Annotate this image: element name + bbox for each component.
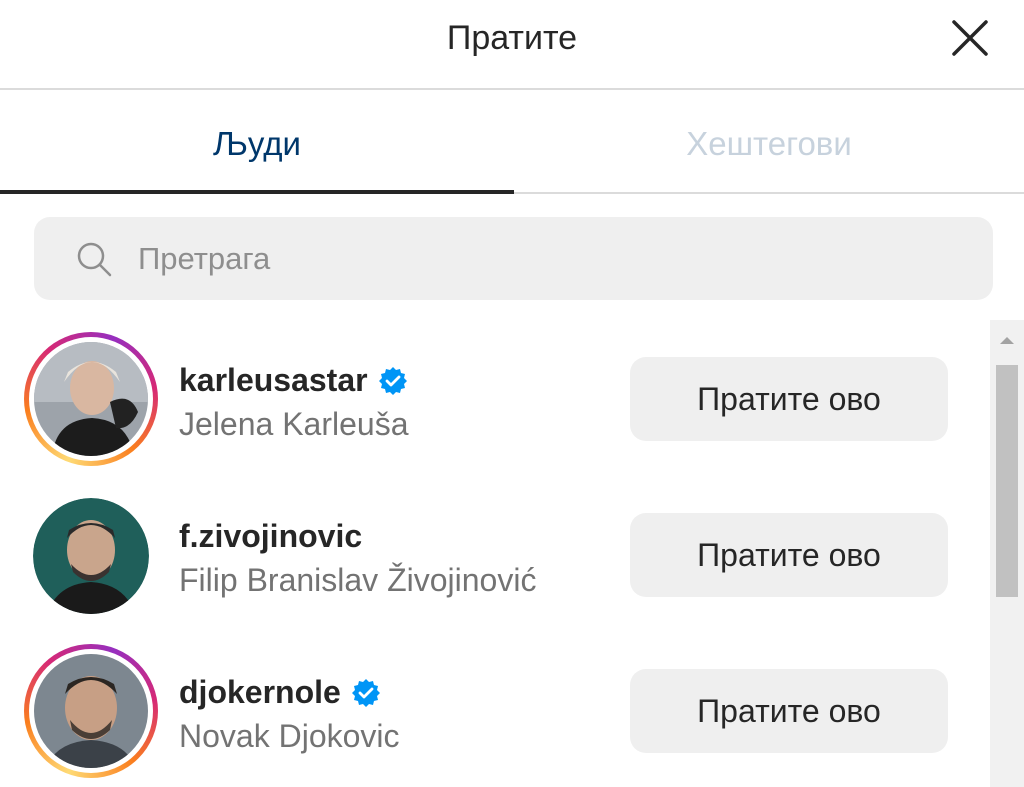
scrollbar[interactable]	[990, 320, 1024, 787]
username-text[interactable]: djokernole	[179, 674, 341, 711]
active-tab-indicator	[0, 190, 514, 194]
story-ring[interactable]	[24, 644, 158, 778]
full-name: Novak Djokovic	[179, 718, 400, 754]
account-list: karleusastar Jelena Karleuša Пратите ово	[0, 320, 990, 787]
search-bar[interactable]	[34, 217, 993, 300]
username-text[interactable]: f.zivojinovic	[179, 518, 362, 555]
verified-badge-icon	[378, 366, 407, 395]
full-name: Filip Branislav Živojinović	[179, 562, 537, 598]
tab-hashtags[interactable]: Хештегови	[514, 92, 1024, 195]
avatar	[33, 498, 149, 614]
list-item: karleusastar Jelena Karleuša Пратите ово	[0, 320, 990, 476]
chevron-up-icon	[1000, 337, 1014, 344]
following-dialog: Пратите Људи Хештегови Претрага karleusa…	[0, 0, 1024, 787]
username[interactable]: djokernole	[179, 674, 381, 711]
tab-people[interactable]: Људи	[0, 92, 514, 195]
username[interactable]: karleusastar	[179, 362, 408, 399]
list-item: djokernole Novak Djokovic Пратите ово	[0, 632, 990, 787]
avatar-container[interactable]	[33, 498, 149, 614]
follow-button[interactable]: Пратите ово	[630, 669, 948, 753]
close-button[interactable]	[944, 14, 996, 62]
follow-button[interactable]: Пратите ово	[630, 357, 948, 441]
avatar	[34, 342, 148, 456]
username[interactable]: f.zivojinovic	[179, 518, 362, 555]
scroll-up-arrow[interactable]	[990, 320, 1024, 360]
dialog-title: Пратите	[446, 19, 578, 57]
tab-bar: Људи Хештегови	[0, 92, 1024, 195]
username-text[interactable]: karleusastar	[179, 362, 368, 399]
close-icon	[952, 20, 988, 56]
full-name: Jelena Karleuša	[179, 406, 409, 442]
list-item: f.zivojinovic Filip Branislav Živojinovi…	[0, 476, 990, 632]
story-ring[interactable]	[24, 332, 158, 466]
search-icon	[77, 242, 112, 277]
follow-button[interactable]: Пратите ово	[630, 513, 948, 597]
dialog-header: Пратите	[0, 0, 1024, 90]
avatar	[34, 654, 148, 768]
verified-badge-icon	[351, 678, 380, 707]
search-input[interactable]	[138, 217, 968, 300]
scrollbar-thumb[interactable]	[996, 365, 1018, 597]
